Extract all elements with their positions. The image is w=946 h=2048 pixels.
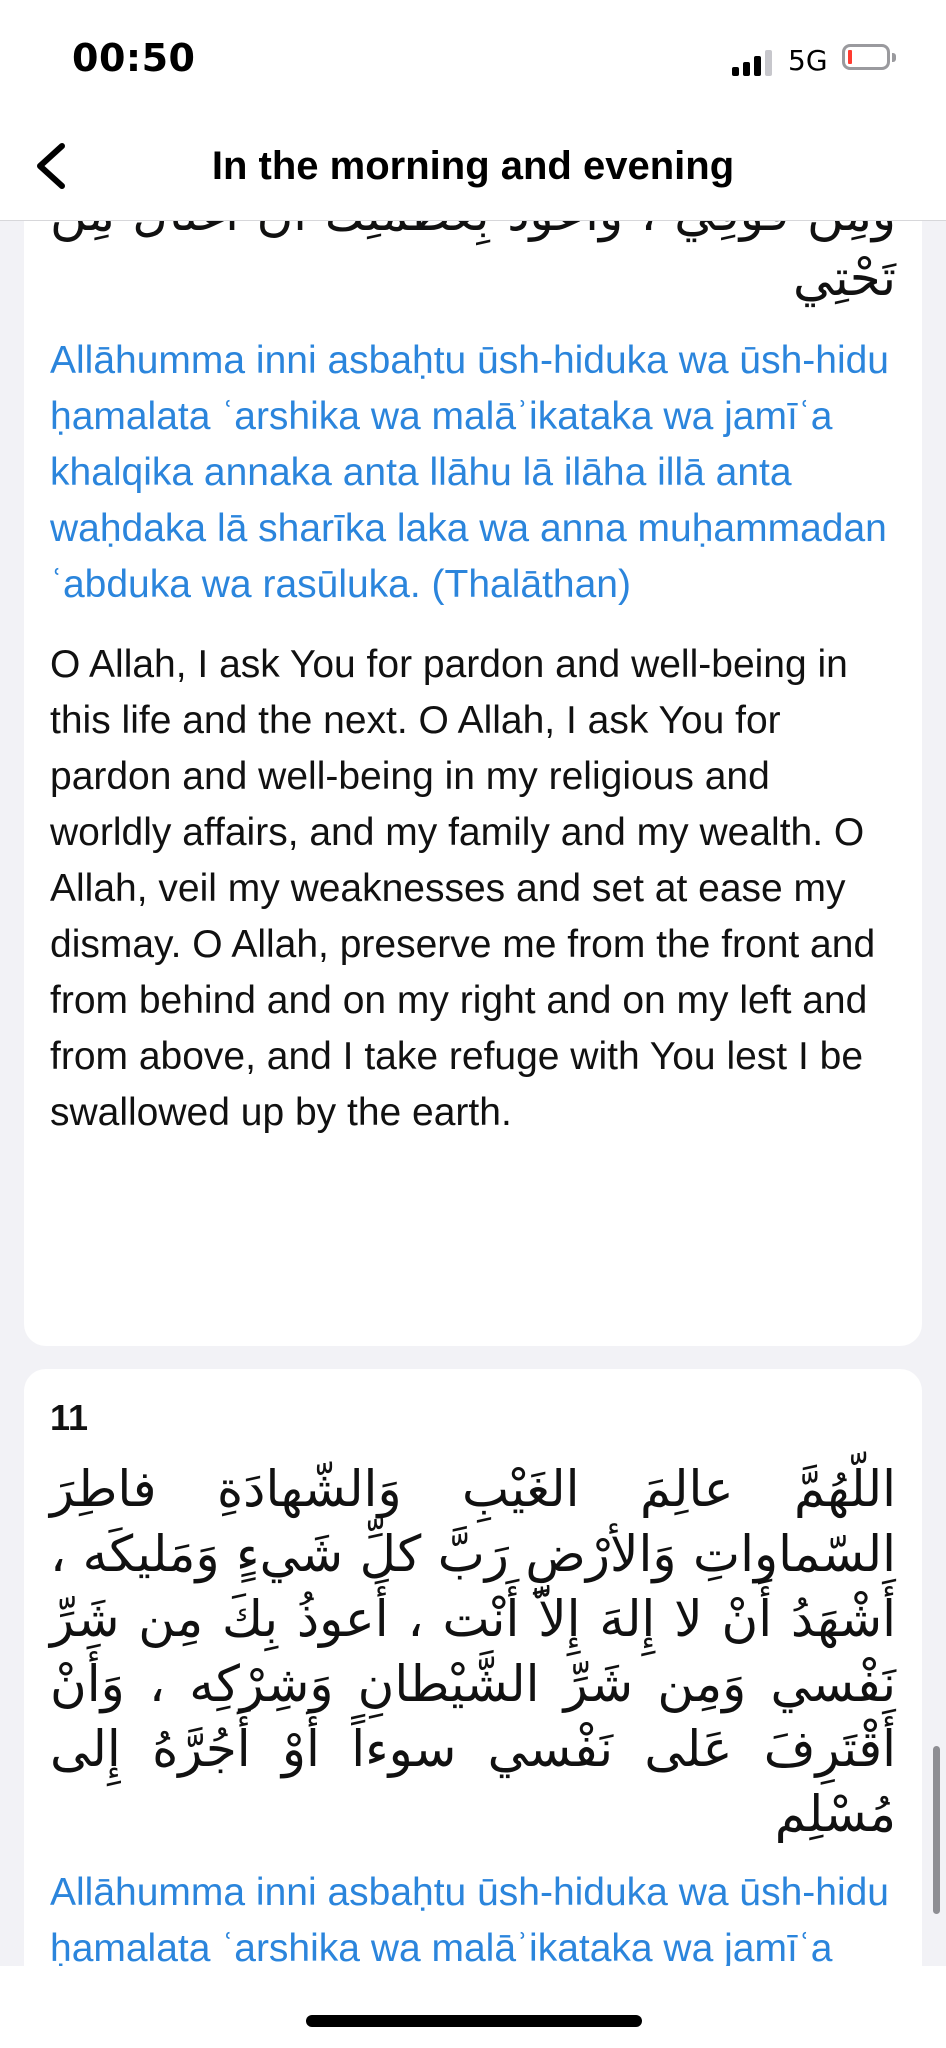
scrollbar[interactable]	[933, 1746, 940, 1914]
bottom-area	[0, 1966, 946, 2048]
home-indicator[interactable]	[306, 2015, 642, 2027]
arabic-text: اللّهُمَّ عالِمَ الغَيْبِ وَالشّهادَةِ ف…	[50, 1460, 896, 1843]
dua-card: وَمِن فَوْقِي ، وَأَعوذُ بِعَظَمَتِكَ أَ…	[24, 221, 922, 1346]
battery-icon	[842, 44, 896, 70]
dua-card: 11 اللّهُمَّ عالِمَ الغَيْبِ وَالشّهادَة…	[24, 1369, 922, 1966]
transliteration-text: Allāhumma inni asbaḥtu ūsh-hiduka wa ūsh…	[50, 339, 889, 606]
status-bar: 00:50 5G	[0, 0, 946, 112]
translation-text: O Allah, I ask You for pardon and well-b…	[50, 643, 876, 1134]
transliteration-text: Allāhumma inni asbaḥtu ūsh-hiduka wa ūsh…	[50, 1871, 889, 1966]
page-title: In the morning and evening	[211, 144, 735, 188]
signal-icon	[732, 48, 774, 76]
status-time: 00:50	[72, 36, 196, 80]
dua-number: 11	[50, 1397, 89, 1438]
navigation-bar: In the morning and evening	[0, 112, 946, 221]
network-label: 5G	[788, 44, 828, 77]
dua-list[interactable]: وَمِن فَوْقِي ، وَأَعوذُ بِعَظَمَتِكَ أَ…	[0, 221, 946, 1966]
arabic-text: وَمِن فَوْقِي ، وَأَعوذُ بِعَظَمَتِكَ أَ…	[50, 221, 896, 307]
